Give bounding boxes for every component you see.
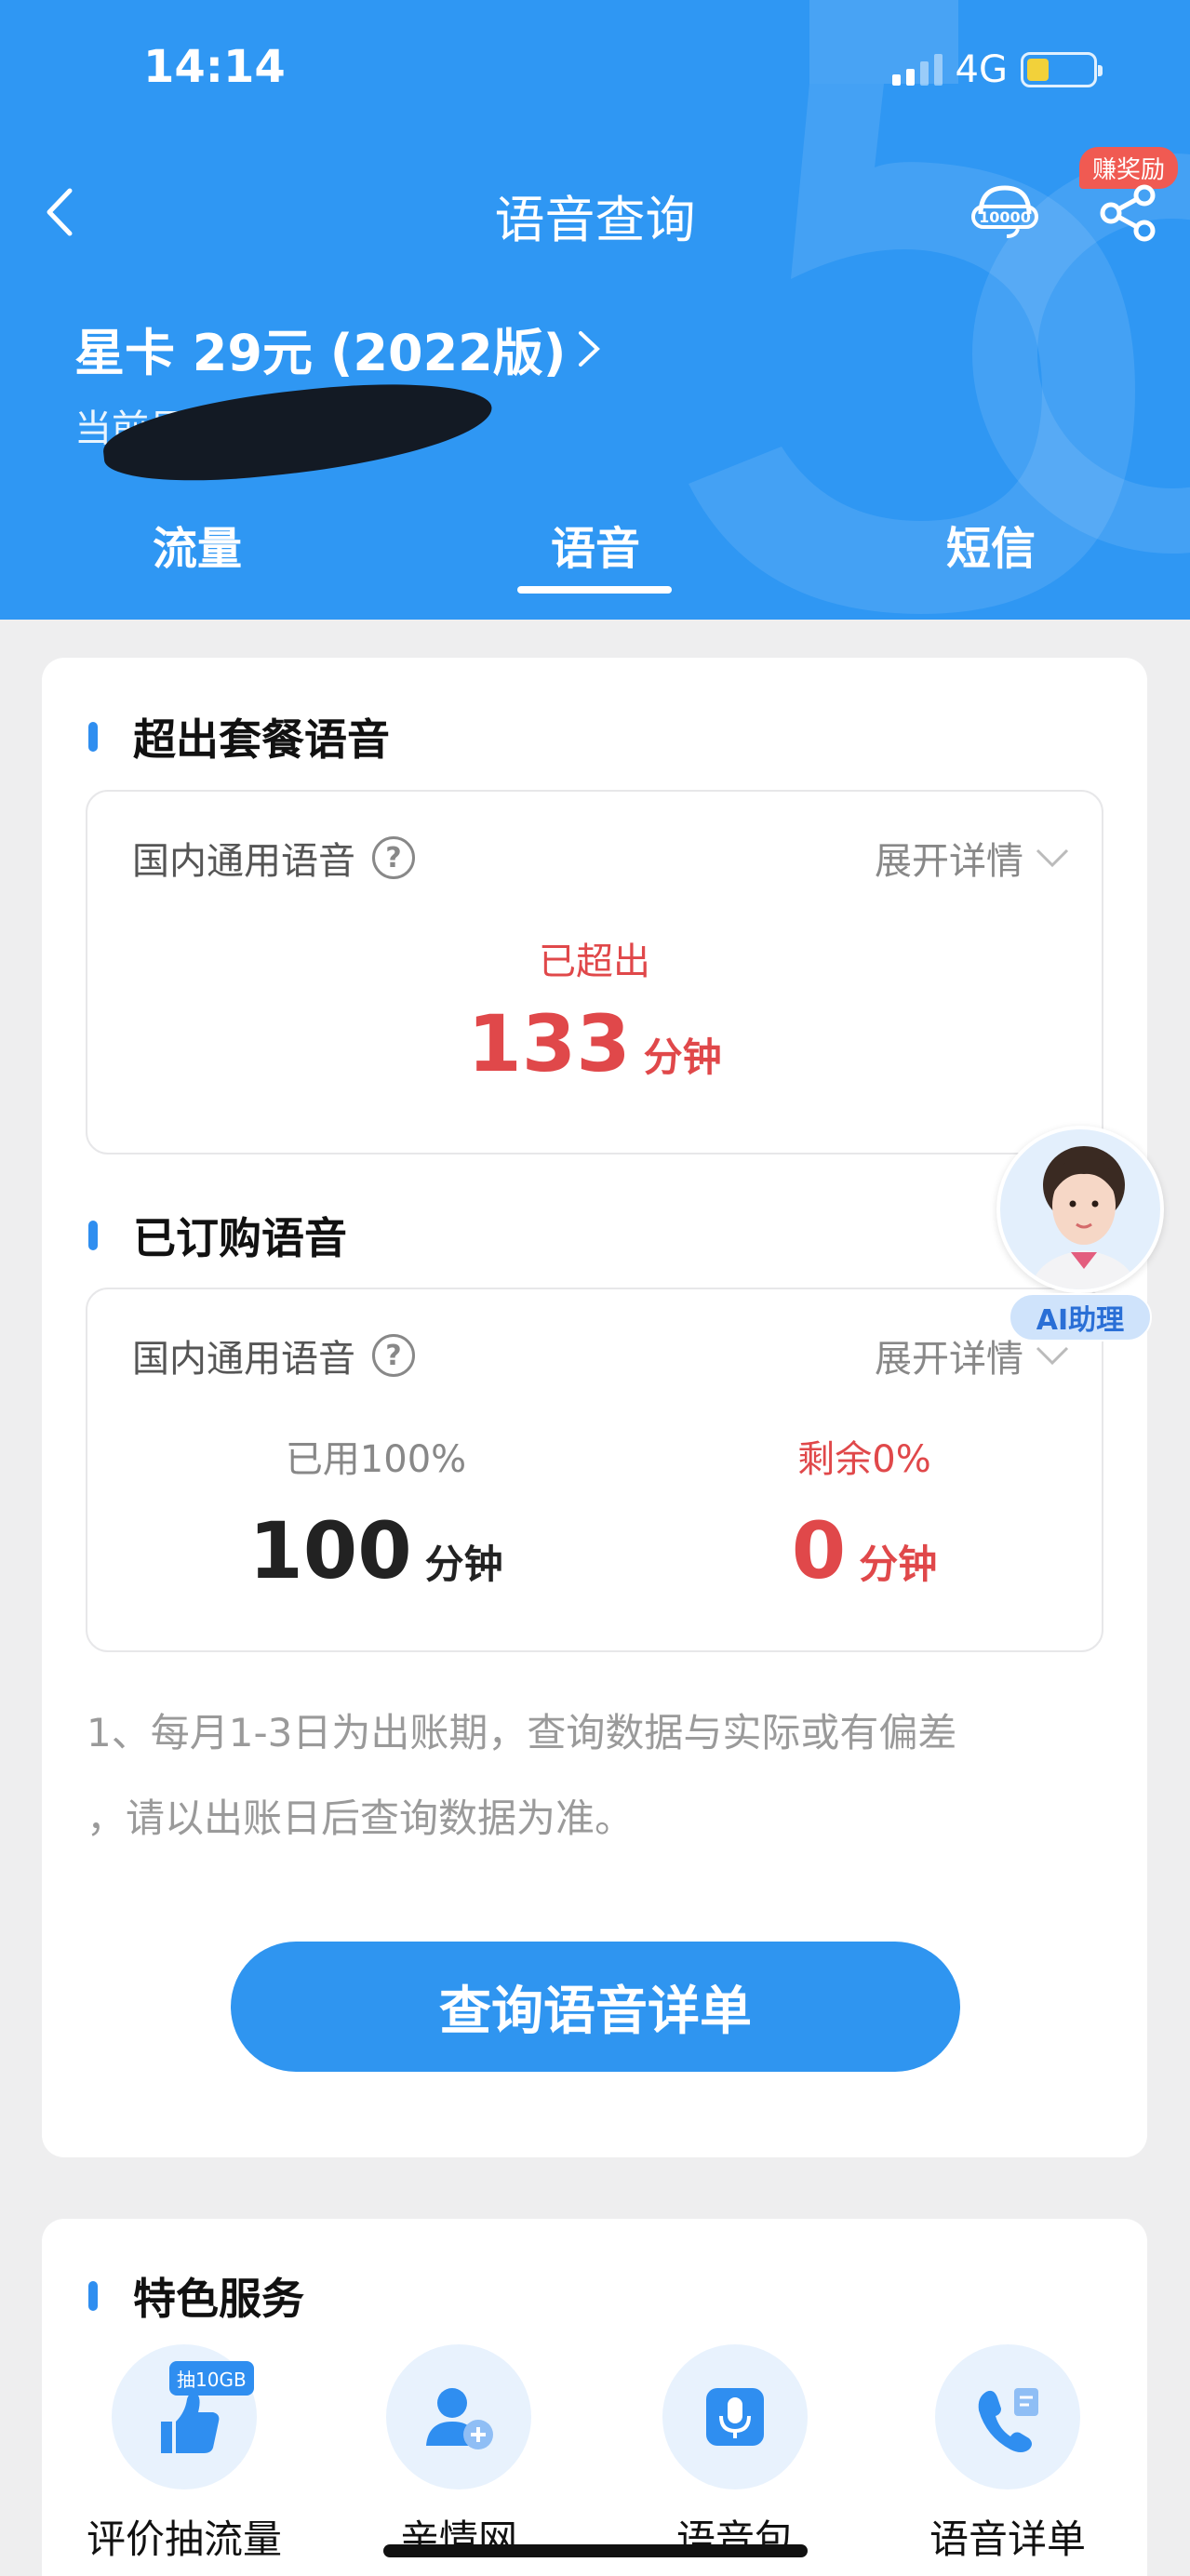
section-title-text: 已订购语音 (133, 1213, 347, 1263)
add-family-icon (386, 2344, 531, 2489)
query-voice-details-button[interactable]: 查询语音详单 (231, 1942, 960, 2072)
chevron-right-icon (579, 330, 601, 367)
ai-assistant-avatar (996, 1126, 1164, 1293)
service-rate-for-data[interactable]: 抽10GB 评价抽流量 (77, 2344, 291, 2565)
billing-note: 1、每月1-3日为出账期，查询数据与实际或有偏差 ，请以出账日后查询数据为准。 (87, 1690, 1110, 1862)
service-tag: 抽10GB (169, 2361, 254, 2396)
remaining-column: 剩余0% 0 分钟 (725, 1429, 1004, 1596)
voice-type-text: 国内通用语音 (132, 1338, 355, 1381)
tab-data[interactable]: 流量 (86, 512, 309, 577)
redaction-scribble (99, 370, 497, 493)
signal-icon (891, 54, 943, 86)
voice-type-label: 国内通用语音 ? (132, 831, 415, 885)
over-minutes: 133 (467, 998, 631, 1089)
battery-icon (1021, 52, 1103, 87)
service-voice-pack[interactable]: 语音包 (628, 2344, 842, 2565)
section-title-over: 超出套餐语音 (88, 706, 390, 767)
ai-assistant-label: AI助理 (1009, 1293, 1152, 1341)
svg-text:10000: 10000 (979, 208, 1031, 226)
section-accent-bar (88, 722, 98, 752)
over-caption: 已超出 (539, 941, 650, 983)
help-icon[interactable]: ? (372, 1334, 415, 1377)
used-column: 已用100% 100 分钟 (176, 1429, 576, 1596)
remaining-caption: 剩余0% (797, 1438, 931, 1481)
section-title-services: 特色服务 (88, 2265, 304, 2327)
plan-name[interactable]: 星卡 29元 (2022版) (74, 312, 605, 385)
assistant-portrait-icon (1029, 1146, 1139, 1289)
share-icon (1100, 184, 1156, 242)
service-label: 语音详单 (929, 2516, 1086, 2562)
thumbs-up-icon: 抽10GB (112, 2344, 257, 2489)
tab-bar: 流量 语音 短信 (0, 512, 1190, 595)
voice-type-text: 国内通用语音 (132, 840, 355, 883)
remaining-minutes: 0 (791, 1505, 847, 1596)
customer-service-button[interactable]: 10000 (969, 182, 1040, 242)
expand-label: 展开详情 (875, 840, 1023, 883)
used-unit: 分钟 (424, 1542, 503, 1587)
ordered-usage-box: 国内通用语音 ? 展开详情 已用100% 100 分钟 剩余0% 0 分钟 (86, 1288, 1103, 1652)
tab-sms[interactable]: 短信 (879, 512, 1103, 577)
share-button[interactable] (1098, 182, 1159, 244)
help-icon[interactable]: ? (372, 836, 415, 879)
used-minutes: 100 (248, 1505, 412, 1596)
billing-note-line1: 1、每月1-3日为出账期，查询数据与实际或有偏差 (87, 1710, 957, 1755)
used-value: 100 分钟 (176, 1505, 576, 1596)
remaining-unit: 分钟 (859, 1542, 938, 1587)
voice-usage-card: 超出套餐语音 国内通用语音 ? 展开详情 已超出 133 分钟 已订购语音 国内通… (42, 658, 1147, 2157)
featured-services-card: 特色服务 抽10GB 评价抽流量 亲情网 语音包 语音详单 (42, 2219, 1147, 2576)
service-family-network[interactable]: 亲情网 (352, 2344, 566, 2565)
microphone-icon (662, 2344, 808, 2489)
home-indicator (383, 2544, 808, 2557)
service-label: 评价抽流量 (86, 2516, 282, 2562)
phone-list-icon (935, 2344, 1080, 2489)
service-voice-details[interactable]: 语音详单 (901, 2344, 1115, 2565)
section-title-text: 超出套餐语音 (133, 714, 390, 765)
over-usage-box: 国内通用语音 ? 展开详情 已超出 133 分钟 (86, 790, 1103, 1155)
headset-10000-icon: 10000 (971, 185, 1038, 238)
billing-note-line2: ，请以出账日后查询数据为准。 (87, 1795, 635, 1841)
network-type: 4G (955, 48, 1008, 91)
remaining-value: 0 分钟 (725, 1505, 1004, 1596)
section-title-text: 特色服务 (133, 2274, 304, 2324)
section-accent-bar (88, 2281, 98, 2311)
ai-assistant-button[interactable]: AI助理 (992, 1126, 1169, 1349)
section-accent-bar (88, 1221, 98, 1250)
section-title-ordered: 已订购语音 (88, 1205, 347, 1266)
expand-details-button[interactable]: 展开详情 (875, 831, 1070, 885)
plan-name-text: 星卡 29元 (2022版) (74, 324, 567, 382)
active-tab-indicator (517, 586, 672, 594)
chevron-down-icon (1036, 848, 1069, 868)
tab-voice[interactable]: 语音 (484, 512, 707, 577)
over-value: 133 分钟 (87, 998, 1102, 1089)
voice-type-label: 国内通用语音 ? (132, 1328, 415, 1382)
used-caption: 已用100% (285, 1438, 467, 1481)
header: 14:14 4G 语音查询 10000 赚奖励 星卡 29元 (2022版) 当… (0, 0, 1190, 620)
status-time: 14:14 (143, 41, 286, 93)
over-unit: 分钟 (643, 1034, 722, 1080)
status-indicators: 4G (891, 47, 1103, 93)
